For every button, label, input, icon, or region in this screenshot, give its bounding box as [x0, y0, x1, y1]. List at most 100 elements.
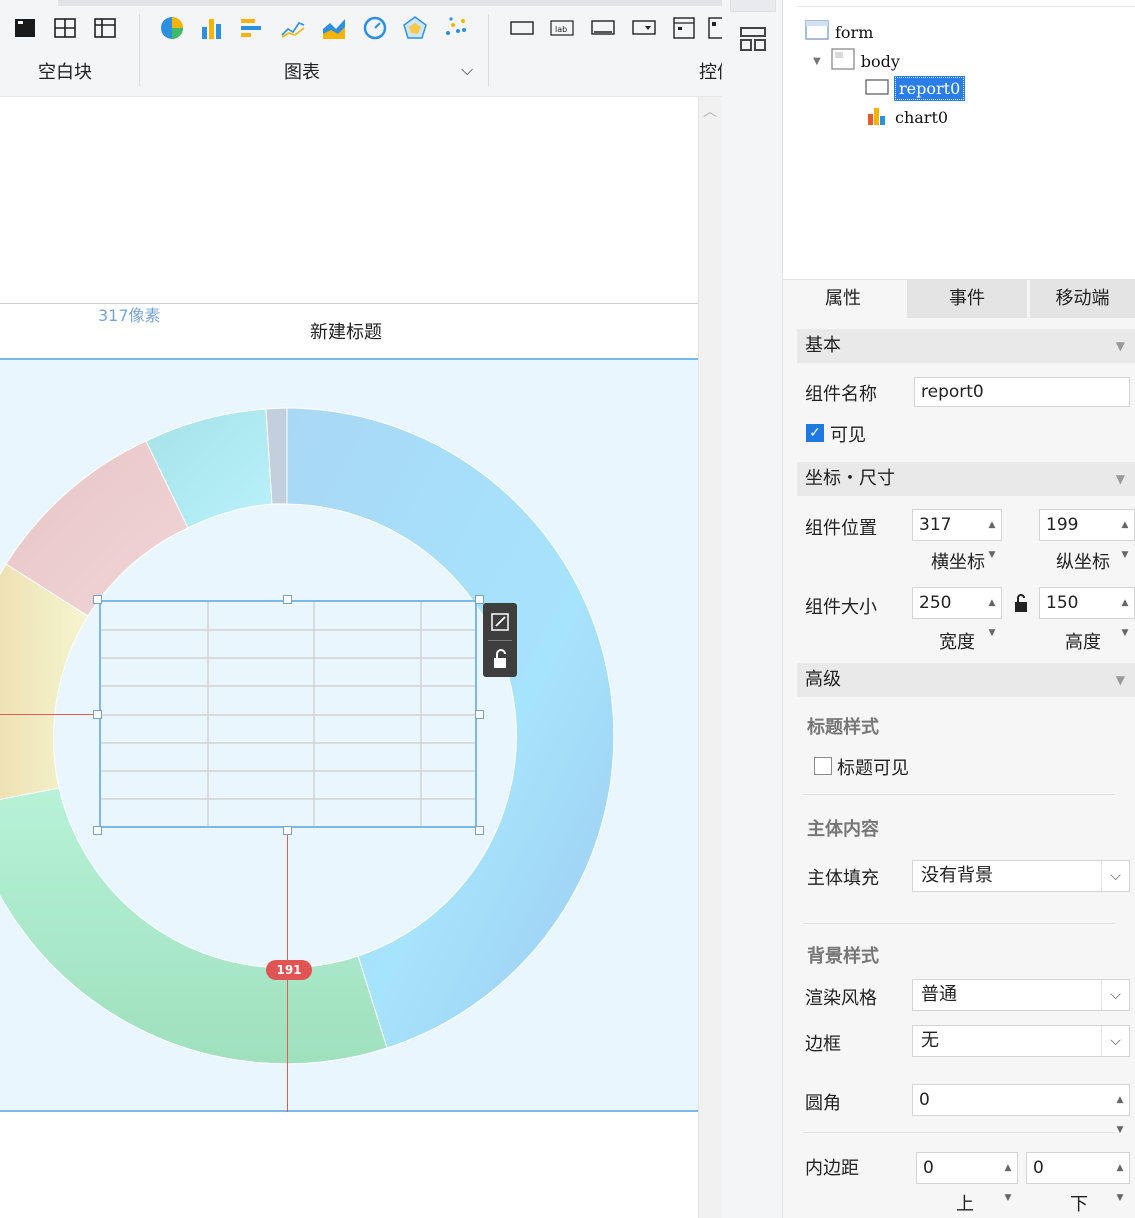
stepper-arrows-icon[interactable]: ▲ ▼	[1111, 1153, 1129, 1203]
chevron-down-icon: ▼	[1115, 673, 1125, 687]
resize-handle-nw[interactable]	[93, 595, 102, 604]
divider	[803, 923, 1115, 924]
width-stepper[interactable]: 250 ▲ ▼	[912, 587, 1002, 638]
visible-checkbox[interactable]: ✓	[806, 424, 824, 442]
toolbar-separator	[139, 14, 140, 86]
guide-distance-badge: 191	[266, 960, 312, 980]
toolbar-tab-strip	[0, 0, 722, 6]
tab-mobile[interactable]: 移动端	[1030, 280, 1135, 318]
padding-bottom-caption: 下	[1070, 1194, 1088, 1215]
padding-label: 内边距	[805, 1158, 859, 1179]
area-chart-icon[interactable]	[320, 14, 348, 42]
x-position-stepper[interactable]: 317 ▲ ▼	[912, 509, 1002, 560]
strip-tab[interactable]	[730, 0, 776, 12]
padding-top-stepper[interactable]: 0 ▲ ▼	[916, 1152, 1018, 1203]
padding-top-caption: 上	[956, 1194, 974, 1215]
layout-icon[interactable]	[740, 27, 766, 56]
chart-node-icon	[865, 104, 889, 130]
radar-chart-icon[interactable]	[401, 14, 429, 42]
scroll-up-icon[interactable]: ︿	[703, 101, 717, 121]
render-style-select[interactable]: 普通 ⌵	[912, 979, 1130, 1011]
split-layout-icon[interactable]	[51, 14, 79, 42]
chevron-down-icon[interactable]: ⌵	[461, 60, 473, 80]
widget-name-input[interactable]: report0	[914, 377, 1130, 407]
bar-chart-icon[interactable]	[198, 14, 226, 42]
height-stepper[interactable]: 150 ▲ ▼	[1039, 587, 1135, 638]
collapse-triangle-icon[interactable]: ▼	[813, 56, 821, 67]
line-chart-icon[interactable]	[279, 14, 307, 42]
title-style-heading: 标题样式	[807, 717, 879, 738]
corner-radius-label: 圆角	[805, 1093, 841, 1114]
body-fill-select[interactable]: 没有背景 ⌵	[912, 860, 1130, 892]
border-label: 边框	[805, 1034, 841, 1055]
pie-chart-icon[interactable]	[158, 14, 186, 42]
alignment-guide-horizontal	[0, 714, 97, 715]
svg-text:lab: lab	[555, 25, 567, 34]
canvas-scrollbar[interactable]: ︿	[698, 97, 722, 1218]
size-label: 组件大小	[805, 597, 877, 618]
section-basic[interactable]: 基本 ▼	[797, 329, 1135, 363]
tree-node-chart0[interactable]: chart0	[865, 104, 948, 130]
resize-handle-n[interactable]	[283, 595, 292, 604]
padding-bottom-stepper[interactable]: 0 ▲ ▼	[1026, 1152, 1130, 1203]
scatter-chart-icon[interactable]	[442, 14, 470, 42]
resize-handle-se[interactable]	[475, 826, 484, 835]
body-fill-label: 主体填充	[807, 868, 879, 889]
panel-icon[interactable]	[11, 14, 39, 42]
stepper-arrows-icon[interactable]: ▲ ▼	[983, 588, 1001, 638]
horizontal-bar-icon[interactable]	[238, 14, 266, 42]
stepper-arrows-icon[interactable]: ▲ ▼	[1116, 588, 1134, 638]
grid-layout-icon[interactable]	[91, 14, 119, 42]
chevron-down-icon: ▼	[1115, 472, 1125, 486]
stepper-arrows-icon[interactable]: ▲ ▼	[983, 510, 1001, 560]
width-caption: 宽度	[939, 632, 975, 653]
title-visible-label: 标题可见	[837, 758, 909, 779]
tree-node-report0[interactable]: report0	[865, 76, 966, 101]
y-position-stepper[interactable]: 199 ▲ ▼	[1039, 509, 1135, 560]
resize-handle-s[interactable]	[283, 826, 292, 835]
height-caption: 高度	[1065, 632, 1101, 653]
stepper-arrows-icon[interactable]: ▲ ▼	[999, 1153, 1017, 1203]
edit-icon[interactable]	[483, 603, 517, 640]
tab-events[interactable]: 事件	[907, 280, 1027, 318]
chevron-down-icon: ⌵	[1101, 1026, 1129, 1056]
unlock-icon[interactable]	[483, 640, 517, 677]
tab-properties[interactable]: 属性	[783, 280, 903, 318]
border-select[interactable]: 无 ⌵	[912, 1025, 1130, 1057]
stepper-arrows-icon[interactable]: ▲ ▼	[1111, 1085, 1129, 1135]
component-toolbar: 空白块 图表 ⌵ lab 控件	[0, 0, 722, 97]
stepper-arrows-icon[interactable]: ▲ ▼	[1116, 510, 1134, 560]
toolbar-group-label-chart: 图表	[284, 62, 320, 83]
report-grid-lines	[101, 602, 475, 826]
aspect-lock-icon[interactable]	[1014, 593, 1028, 618]
resize-handle-sw[interactable]	[93, 826, 102, 835]
calendar-icon[interactable]	[706, 14, 722, 42]
tree-node-form[interactable]: form	[805, 20, 873, 44]
body-content-heading: 主体内容	[807, 819, 879, 840]
divider	[803, 1132, 1115, 1133]
dropdown-icon[interactable]	[630, 14, 658, 42]
widget-float-toolbar	[483, 603, 517, 677]
side-icon-strip	[722, 0, 783, 1218]
y-caption: 纵坐标	[1056, 552, 1110, 573]
label-icon[interactable]: lab	[548, 14, 576, 42]
textbox-icon[interactable]	[508, 14, 536, 42]
chevron-down-icon: ▼	[1115, 339, 1125, 353]
position-label: 组件位置	[805, 518, 877, 539]
date-picker-icon[interactable]	[670, 14, 698, 42]
report-widget[interactable]	[99, 600, 477, 828]
section-geometry[interactable]: 坐标・尺寸 ▼	[797, 462, 1135, 496]
report-icon	[865, 78, 889, 100]
title-visible-checkbox[interactable]	[814, 757, 832, 775]
properties-panel: 属性 事件 移动端 基本 ▼ 组件名称 report0 ✓ 可见 坐标・尺寸 ▼ 组…	[783, 280, 1135, 1218]
resize-handle-e[interactable]	[475, 710, 484, 719]
gauge-chart-icon[interactable]	[361, 14, 389, 42]
section-advanced[interactable]: 高级 ▼	[797, 663, 1135, 697]
button-icon[interactable]	[589, 14, 617, 42]
toolbar-group-label-blank: 空白块	[38, 62, 92, 83]
resize-handle-w[interactable]	[93, 710, 102, 719]
tree-node-body[interactable]: ▼ body	[813, 48, 900, 74]
chevron-down-icon: ⌵	[1101, 861, 1129, 891]
visible-label: 可见	[830, 425, 866, 446]
corner-radius-stepper[interactable]: 0 ▲ ▼	[912, 1084, 1130, 1135]
